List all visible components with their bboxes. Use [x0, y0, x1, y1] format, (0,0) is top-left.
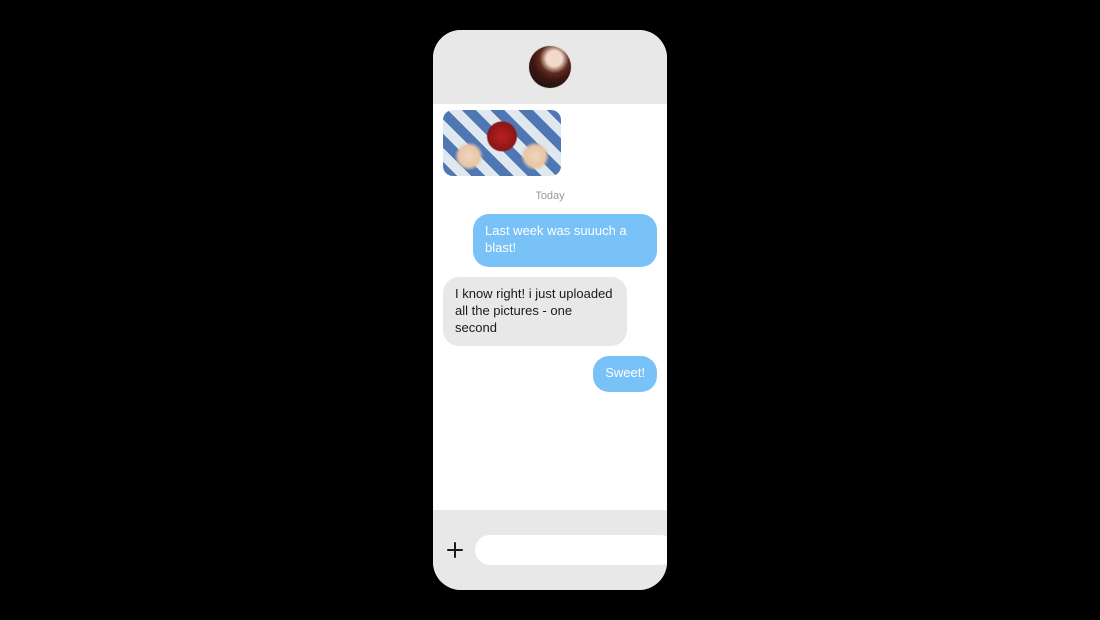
composer-bar	[433, 510, 667, 590]
chat-header	[433, 30, 667, 104]
message-row: Last week was suuuch a blast!	[443, 214, 657, 267]
message-row: I know right! i just uploaded all the pi…	[443, 277, 657, 347]
phone-frame: Today Last week was suuuch a blast! I kn…	[433, 30, 667, 590]
chat-body[interactable]: Today Last week was suuuch a blast! I kn…	[433, 104, 667, 510]
received-message-bubble[interactable]: I know right! i just uploaded all the pi…	[443, 277, 627, 347]
date-separator: Today	[443, 190, 657, 202]
plus-icon	[447, 542, 463, 558]
contact-avatar[interactable]	[529, 46, 571, 88]
image-content	[443, 110, 561, 176]
message-input[interactable]	[475, 535, 667, 565]
sent-message-bubble[interactable]: Last week was suuuch a blast!	[473, 214, 657, 267]
add-attachment-button[interactable]	[447, 540, 463, 560]
message-image-thumbnail[interactable]	[443, 110, 561, 176]
stage: Today Last week was suuuch a blast! I kn…	[0, 0, 1100, 620]
sent-message-bubble[interactable]: Sweet!	[593, 356, 657, 392]
message-row: Sweet!	[443, 356, 657, 392]
